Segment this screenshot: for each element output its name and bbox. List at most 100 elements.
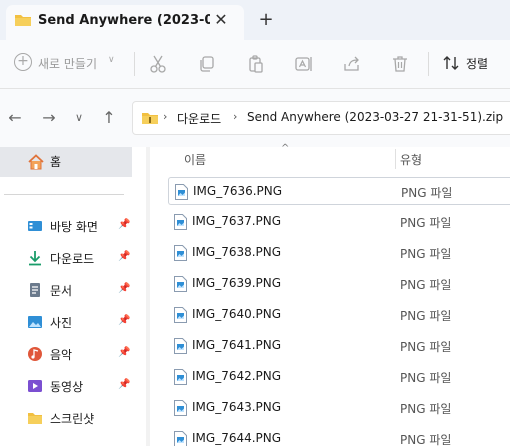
file-type: PNG 파일 <box>400 278 452 292</box>
pin-icon: 📌 <box>118 251 131 262</box>
back-button[interactable]: ← <box>4 107 26 129</box>
file-name: IMG_7636.PNG <box>193 184 283 198</box>
sidebar-item-videos[interactable]: 동영상 📌 <box>0 373 140 401</box>
sidebar-item-label: 다운로드 <box>50 252 95 266</box>
column-divider[interactable] <box>395 149 396 169</box>
file-name: IMG_7639.PNG <box>192 276 282 290</box>
document-icon <box>30 283 40 297</box>
sidebar-item-label: 동영상 <box>50 380 84 394</box>
image-file-icon <box>174 431 187 446</box>
file-row[interactable]: IMG_7642.PNG PNG 파일 <box>168 363 510 391</box>
file-type: PNG 파일 <box>400 247 452 261</box>
new-button[interactable]: + 새로 만들기 ∨ <box>12 52 122 76</box>
pictures-icon <box>28 316 42 328</box>
sort-button-label: 정렬 <box>466 57 489 71</box>
sidebar-item-documents[interactable]: 문서 📌 <box>0 277 140 305</box>
folder-icon <box>28 413 42 424</box>
copy-icon[interactable] <box>197 54 217 74</box>
sidebar-item-label: 홈 <box>50 155 62 169</box>
sidebar-item-pictures[interactable]: 사진 📌 <box>0 309 140 337</box>
video-icon <box>28 380 42 392</box>
breadcrumb-zip-folder[interactable]: Send Anywhere (2023-03-27 21-31-51).zip <box>247 110 503 124</box>
folder-icon <box>15 15 31 26</box>
image-file-icon <box>174 245 187 261</box>
image-file-icon <box>174 400 187 416</box>
recent-locations-button[interactable]: ∨ <box>68 107 90 129</box>
pin-icon: 📌 <box>118 379 131 390</box>
sidebar-item-desktop[interactable]: 바탕 화면 📌 <box>0 213 140 241</box>
sidebar-item-label: 사진 <box>50 316 73 330</box>
forward-button[interactable]: → <box>38 107 60 129</box>
file-row[interactable]: IMG_7637.PNG PNG 파일 <box>168 208 510 236</box>
toolbar-divider <box>134 52 135 76</box>
delete-icon[interactable] <box>390 54 410 74</box>
file-type: PNG 파일 <box>400 371 452 385</box>
file-row[interactable]: IMG_7641.PNG PNG 파일 <box>168 332 510 360</box>
sidebar-item-label: 바탕 화면 <box>50 220 98 234</box>
plus-icon: + <box>14 53 32 71</box>
file-row[interactable]: IMG_7644.PNG PNG 파일 <box>168 425 510 446</box>
breadcrumb-downloads[interactable]: 다운로드 <box>177 110 221 127</box>
zip-folder-icon <box>142 113 158 124</box>
image-file-icon <box>174 214 187 230</box>
sidebar-item-downloads[interactable]: 다운로드 📌 <box>0 245 140 273</box>
sidebar-item-screenshots[interactable]: 스크린샷 <box>0 405 140 433</box>
command-bar: + 새로 만들기 ∨ 정렬 <box>0 40 510 88</box>
file-name: IMG_7642.PNG <box>192 369 282 383</box>
column-header-type[interactable]: 유형 <box>400 151 422 168</box>
file-type: PNG 파일 <box>400 216 452 230</box>
file-name: IMG_7640.PNG <box>192 307 282 321</box>
image-file-icon <box>174 369 187 385</box>
file-list: 이름 ^ 유형 IMG_7636.PNG PNG 파일 IMG_7637.PNG PN… <box>150 143 510 446</box>
chevron-down-icon: ∨ <box>108 55 115 65</box>
new-tab-button[interactable]: + <box>256 10 276 30</box>
cut-icon[interactable] <box>148 54 168 74</box>
file-row[interactable]: IMG_7638.PNG PNG 파일 <box>168 239 510 267</box>
toolbar-divider <box>428 52 429 76</box>
sidebar-divider <box>4 194 124 195</box>
navigation-bar: ← → ∨ ↑ › 다운로드 › Send Anywhere (2023-03-… <box>0 89 510 147</box>
sidebar-item-label: 문서 <box>50 284 73 298</box>
file-type: PNG 파일 <box>401 186 453 200</box>
file-row[interactable]: IMG_7640.PNG PNG 파일 <box>168 301 510 329</box>
file-name: IMG_7643.PNG <box>192 400 282 414</box>
file-type: PNG 파일 <box>400 402 452 416</box>
pin-icon: 📌 <box>118 283 131 294</box>
image-file-icon <box>175 184 188 200</box>
file-row[interactable]: IMG_7639.PNG PNG 파일 <box>168 270 510 298</box>
music-icon <box>28 347 42 361</box>
pin-icon: 📌 <box>118 315 131 326</box>
rename-icon[interactable] <box>294 54 314 74</box>
desktop-icon <box>28 221 42 231</box>
file-type: PNG 파일 <box>400 433 452 446</box>
file-row[interactable]: IMG_7643.PNG PNG 파일 <box>168 394 510 422</box>
file-name: IMG_7637.PNG <box>192 214 282 228</box>
sort-button[interactable]: 정렬 <box>440 52 510 76</box>
pin-icon: 📌 <box>118 219 131 230</box>
navigation-pane: 홈 바탕 화면 📌 다운로드 📌 문서 📌 사진 📌 음악 📌 동영상 📌 스크… <box>0 147 150 446</box>
file-name: IMG_7641.PNG <box>192 338 282 352</box>
download-icon <box>29 251 41 266</box>
file-name: IMG_7638.PNG <box>192 245 282 259</box>
paste-icon[interactable] <box>246 54 266 74</box>
close-tab-icon[interactable]: ✕ <box>212 11 230 29</box>
home-icon <box>28 154 44 170</box>
image-file-icon <box>174 307 187 323</box>
sort-ascending-icon: ^ <box>281 143 290 154</box>
breadcrumb-separator: › <box>163 110 168 123</box>
sidebar-item-music[interactable]: 음악 📌 <box>0 341 140 369</box>
share-icon[interactable] <box>342 54 362 74</box>
new-button-label: 새로 만들기 <box>38 57 98 71</box>
breadcrumb-separator: › <box>233 110 238 123</box>
column-header-name[interactable]: 이름 <box>184 151 206 168</box>
up-button[interactable]: ↑ <box>98 107 120 129</box>
file-name: IMG_7644.PNG <box>192 431 282 445</box>
pin-icon: 📌 <box>118 347 131 358</box>
sidebar-item-home[interactable]: 홈 <box>0 147 132 177</box>
file-type: PNG 파일 <box>400 340 452 354</box>
sidebar-item-label: 음악 <box>50 348 73 362</box>
address-bar[interactable]: › 다운로드 › Send Anywhere (2023-03-27 21-31… <box>132 101 510 135</box>
file-row[interactable]: IMG_7636.PNG PNG 파일 <box>168 177 510 205</box>
image-file-icon <box>174 276 187 292</box>
tab-active[interactable]: Send Anywhere (2023-03-27 2 ✕ <box>6 5 244 40</box>
